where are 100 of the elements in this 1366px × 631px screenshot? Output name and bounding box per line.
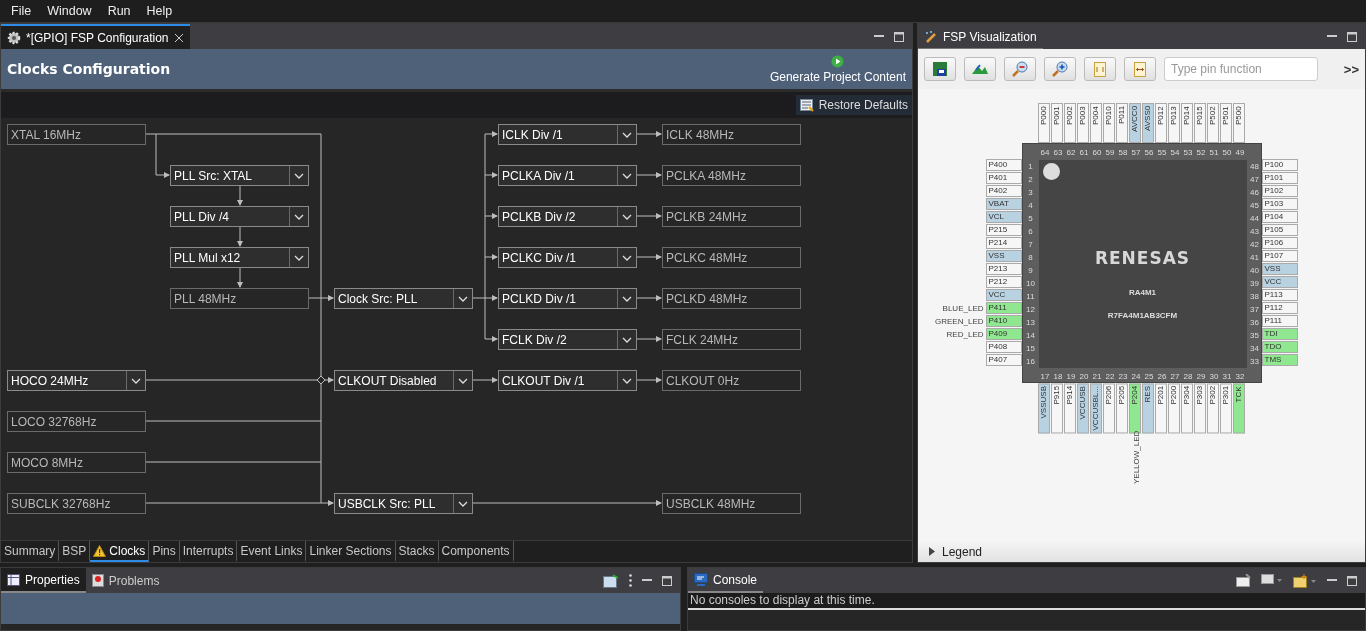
clock-dropdown[interactable]: PLL Mul x12 <box>170 247 309 268</box>
pin-label[interactable]: P100 <box>1261 159 1298 171</box>
legend-toggle[interactable]: Legend <box>918 541 1365 562</box>
pin-window-icon[interactable] <box>603 573 619 588</box>
page-tab[interactable]: Pins <box>149 541 180 562</box>
clock-dropdown[interactable]: PCLKB Div /2 <box>498 206 637 227</box>
clock-dropdown[interactable]: CLKOUT Div /1 <box>498 370 637 391</box>
pin-label[interactable]: P002 <box>1063 103 1076 143</box>
menu-item[interactable]: File <box>4 4 39 18</box>
pin-label[interactable]: P212 <box>985 276 1022 288</box>
pin-label[interactable]: P013 <box>1167 103 1180 143</box>
pin-label[interactable]: VCCUSB <box>1076 383 1089 434</box>
folder-icon[interactable] <box>1293 573 1317 588</box>
zoom-out-icon[interactable] <box>1004 57 1036 81</box>
generate-button[interactable]: Generate Project Content <box>769 54 906 84</box>
pin-label[interactable]: P301 <box>1219 383 1232 434</box>
view-tab[interactable]: Properties <box>1 568 86 593</box>
pin-label[interactable]: P915 <box>1050 383 1063 434</box>
maximize-icon[interactable] <box>662 575 672 586</box>
pin-label[interactable]: P003 <box>1076 103 1089 143</box>
page-tab[interactable]: Event Links <box>237 541 307 562</box>
pin-label[interactable]: P410 <box>985 315 1022 327</box>
pin-label[interactable]: P400 <box>985 159 1022 171</box>
pin-label[interactable]: P200 <box>1167 383 1180 434</box>
pin-label[interactable]: P111 <box>1261 315 1298 327</box>
maximize-icon[interactable] <box>1347 31 1357 42</box>
page-tab[interactable]: Summary <box>1 541 60 562</box>
close-icon[interactable] <box>173 32 184 43</box>
clock-dropdown[interactable]: FCLK Div /2 <box>498 329 637 350</box>
pin-label[interactable]: VCC <box>1261 276 1298 288</box>
pin-label[interactable]: P303 <box>1193 383 1206 434</box>
pin-label[interactable]: P000 <box>1037 103 1050 143</box>
clock-dropdown[interactable]: CLKOUT Disabled <box>334 370 473 391</box>
pin-label[interactable]: VSS <box>985 250 1022 262</box>
pin-label[interactable]: P408 <box>985 341 1022 353</box>
pin-label[interactable]: P407 <box>985 354 1022 366</box>
pin-label[interactable]: P112 <box>1261 302 1298 314</box>
pin-label[interactable]: AVSS0 <box>1141 103 1154 143</box>
editor-tab[interactable]: *[GPIO] FSP Configuration <box>1 24 190 49</box>
minimize-icon[interactable] <box>1327 35 1337 38</box>
pin-label[interactable]: VCC <box>985 289 1022 301</box>
pin-label[interactable]: P201 <box>1154 383 1167 434</box>
pin-label[interactable]: P302 <box>1206 383 1219 434</box>
page-tab[interactable]: Interrupts <box>179 541 238 562</box>
pin-label[interactable]: P012 <box>1154 103 1167 143</box>
save-icon[interactable] <box>924 57 956 81</box>
pin-search-field[interactable]: Type pin function <box>1164 57 1318 81</box>
minimize-icon[interactable] <box>642 579 652 582</box>
pin-label[interactable]: P914 <box>1063 383 1076 434</box>
menu-item[interactable]: Run <box>100 4 138 18</box>
pin-label[interactable]: P104 <box>1261 211 1298 223</box>
pin-label[interactable]: P101 <box>1261 172 1298 184</box>
menu-item[interactable]: Help <box>139 4 180 18</box>
pin-label[interactable]: P215 <box>985 224 1022 236</box>
pin-label[interactable]: VCL <box>985 211 1022 223</box>
minimize-icon[interactable] <box>874 35 884 38</box>
clock-dropdown[interactable]: PCLKA Div /1 <box>498 165 637 186</box>
maximize-icon[interactable] <box>894 31 904 42</box>
more-options-icon[interactable] <box>629 574 632 587</box>
pin-label[interactable]: P213 <box>985 263 1022 275</box>
pin-label[interactable]: P500 <box>1232 103 1245 143</box>
page-tab[interactable]: Linker Sections <box>306 541 396 562</box>
restore-defaults-button[interactable]: Restore Defaults <box>795 95 912 115</box>
clock-dropdown[interactable]: PLL Div /4 <box>170 206 309 227</box>
pin-label[interactable]: P502 <box>1206 103 1219 143</box>
pin-label[interactable]: P304 <box>1180 383 1193 434</box>
pin-label[interactable]: P205 <box>1115 383 1128 434</box>
pin-label[interactable]: P409 <box>985 328 1022 340</box>
clock-dropdown[interactable]: PCLKC Div /1 <box>498 247 637 268</box>
pin-label[interactable]: P004 <box>1089 103 1102 143</box>
page-tab[interactable]: Components <box>438 541 514 562</box>
envelope-icon[interactable] <box>1236 574 1251 587</box>
clock-dropdown[interactable]: ICLK Div /1 <box>498 124 637 145</box>
page-tab[interactable]: Stacks <box>395 541 439 562</box>
zoom-in-icon[interactable] <box>1044 57 1076 81</box>
pin-label[interactable]: TMS <box>1261 354 1298 366</box>
pin-label[interactable]: P402 <box>985 185 1022 197</box>
pin-label[interactable]: AVCC0 <box>1128 103 1141 143</box>
maximize-icon[interactable] <box>1347 575 1357 586</box>
pin-label[interactable]: P015 <box>1193 103 1206 143</box>
pin-label[interactable]: VSSUSB <box>1037 383 1050 434</box>
overflow-button[interactable]: >> <box>1343 61 1359 77</box>
pin-label[interactable]: P103 <box>1261 198 1298 210</box>
pin-label[interactable]: VSS <box>1261 263 1298 275</box>
pin-label[interactable]: TDO <box>1261 341 1298 353</box>
pin-label[interactable]: P011 <box>1115 103 1128 143</box>
pin-label[interactable]: P214 <box>985 237 1022 249</box>
pin-label[interactable]: RES <box>1141 383 1154 434</box>
clock-dropdown[interactable]: Clock Src: PLL <box>334 288 473 309</box>
clock-dropdown[interactable]: USBCLK Src: PLL <box>334 493 473 514</box>
pin-label[interactable]: TCK <box>1232 383 1245 434</box>
pin-label[interactable]: TDI <box>1261 328 1298 340</box>
pin-label[interactable]: P501 <box>1219 103 1232 143</box>
pin-label[interactable]: P106 <box>1261 237 1298 249</box>
clock-dropdown[interactable]: PCLKD Div /1 <box>498 288 637 309</box>
pin-label[interactable]: P401 <box>985 172 1022 184</box>
pin-label[interactable]: P107 <box>1261 250 1298 262</box>
pin-label[interactable]: P206 <box>1102 383 1115 434</box>
pin-label[interactable]: P010 <box>1102 103 1115 143</box>
clock-dropdown[interactable]: HOCO 24MHz <box>7 370 146 391</box>
